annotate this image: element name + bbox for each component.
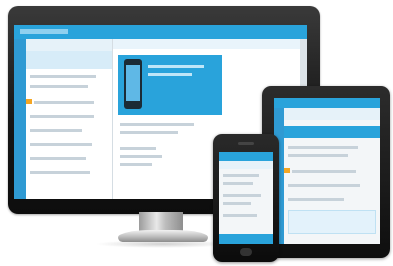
phone-subheader bbox=[219, 161, 273, 169]
list-item bbox=[30, 85, 88, 88]
list-item bbox=[30, 143, 92, 146]
tablet-list-item bbox=[288, 146, 358, 149]
monitor-stand-base bbox=[118, 230, 208, 242]
tablet-list-item bbox=[288, 154, 348, 157]
tablet-list-item bbox=[288, 184, 360, 187]
phone-list-item bbox=[223, 174, 259, 177]
list-item bbox=[30, 115, 94, 118]
phone-speaker bbox=[238, 142, 254, 145]
tablet-header bbox=[274, 98, 380, 108]
list-item bbox=[30, 171, 90, 174]
banner-phone-screen bbox=[126, 65, 140, 101]
content-toolbar bbox=[113, 39, 307, 49]
list-item bbox=[34, 101, 94, 104]
content-text-line bbox=[120, 163, 152, 166]
tablet-flag-marker bbox=[284, 168, 290, 173]
tablet-detail-card bbox=[288, 210, 376, 234]
list-item bbox=[30, 75, 96, 78]
content-text-line bbox=[120, 131, 178, 134]
phone-list-item bbox=[223, 202, 251, 205]
tablet-screen bbox=[274, 98, 380, 244]
content-text-line bbox=[120, 123, 194, 126]
list-item bbox=[30, 129, 82, 132]
phone-header bbox=[219, 152, 273, 161]
list-pane-header bbox=[26, 39, 112, 51]
banner-text-line bbox=[148, 65, 204, 68]
list-item bbox=[30, 157, 86, 160]
content-text-line bbox=[120, 147, 156, 150]
phone-list-item bbox=[223, 214, 257, 217]
banner-text-line bbox=[148, 73, 192, 76]
phone-footer-bar bbox=[219, 234, 273, 244]
phone-list-item bbox=[223, 194, 261, 197]
tablet-list-item bbox=[288, 198, 344, 201]
phone-list-item bbox=[223, 182, 253, 185]
selected-list-item bbox=[26, 51, 112, 69]
phone-screen bbox=[219, 152, 273, 244]
tablet-selected-item bbox=[284, 126, 380, 138]
app-title-placeholder bbox=[20, 29, 68, 34]
flag-marker bbox=[26, 99, 32, 104]
tablet-list-header bbox=[284, 108, 380, 120]
content-text-line bbox=[120, 155, 162, 158]
phone-home-button bbox=[240, 248, 252, 256]
sidebar bbox=[14, 39, 26, 199]
tablet-list-item bbox=[292, 170, 356, 173]
